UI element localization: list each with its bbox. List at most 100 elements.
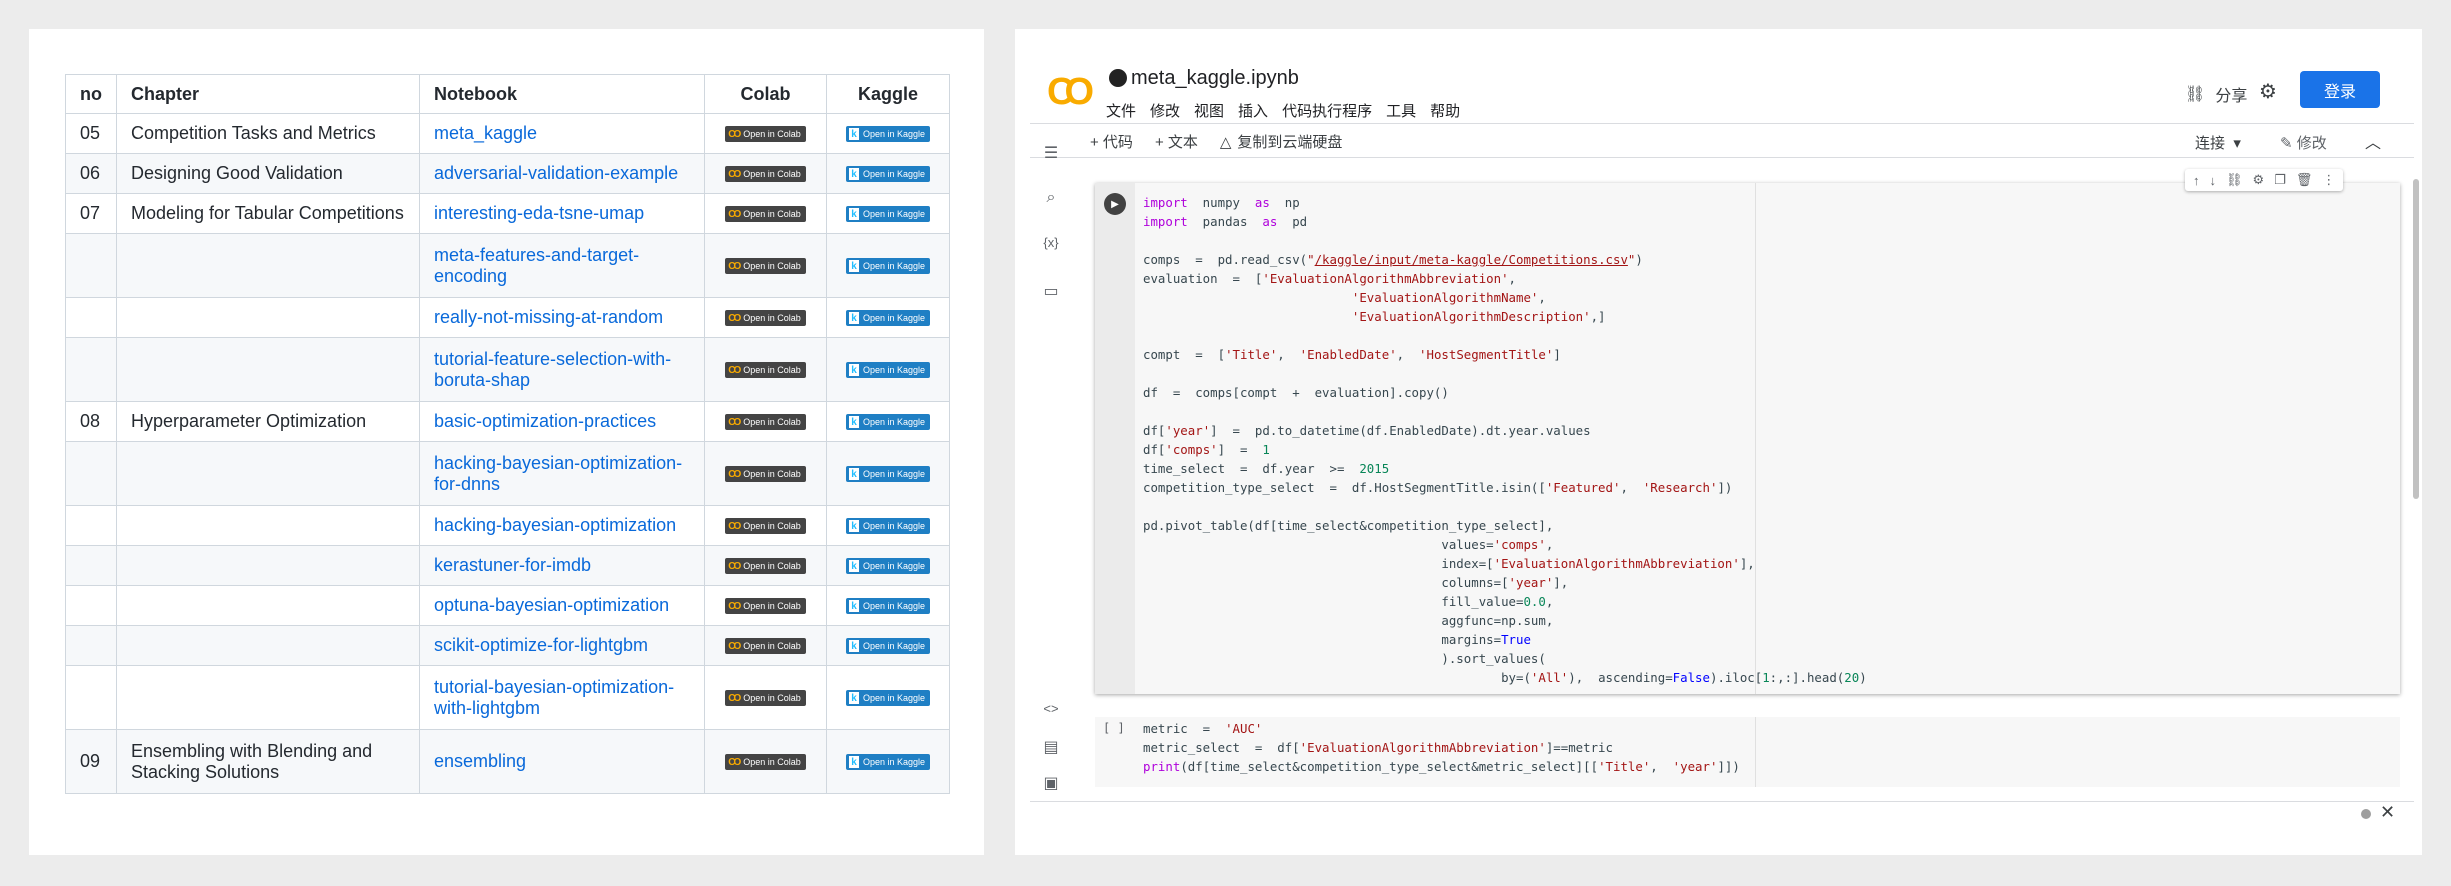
- notebook-link[interactable]: ensembling: [434, 751, 526, 771]
- chevron-up-icon[interactable]: ︿: [2365, 129, 2381, 153]
- code-editor[interactable]: import numpy as np import pandas as pd c…: [1143, 193, 1867, 687]
- open-in-kaggle-badge[interactable]: k Open in Kaggle: [845, 362, 931, 379]
- open-in-colab-badge[interactable]: CO Open in Colab: [725, 166, 806, 183]
- open-in-colab-badge[interactable]: CO Open in Colab: [725, 518, 806, 535]
- notebook-cell: optuna-bayesian-optimization: [419, 585, 705, 626]
- notebook-link[interactable]: basic-optimization-practices: [434, 411, 656, 431]
- kaggle-cell: k Open in Kaggle: [826, 153, 950, 194]
- code-cell[interactable]: [ ] metric = 'AUC' metric_select = df['E…: [1095, 717, 2400, 787]
- copy-to-drive-button[interactable]: △ 复制到云端硬盘: [1220, 131, 1343, 152]
- mirror-cell-icon[interactable]: ❐: [2274, 172, 2286, 188]
- folder-icon[interactable]: ▭: [1041, 281, 1061, 301]
- add-text-button[interactable]: + 文本: [1155, 131, 1198, 152]
- menu-tools[interactable]: 工具: [1386, 100, 1416, 121]
- open-in-kaggle-badge[interactable]: k Open in Kaggle: [845, 638, 931, 655]
- open-in-colab-badge[interactable]: CO Open in Colab: [725, 258, 806, 275]
- menu-insert[interactable]: 插入: [1238, 100, 1268, 121]
- connect-button[interactable]: 连接 ▾: [2195, 132, 2241, 153]
- variables-icon[interactable]: {x}: [1041, 235, 1061, 250]
- open-in-kaggle-badge[interactable]: k Open in Kaggle: [845, 754, 931, 771]
- move-down-icon[interactable]: ↓: [2210, 173, 2217, 188]
- notebook-link[interactable]: meta_kaggle: [434, 123, 537, 143]
- open-in-kaggle-badge[interactable]: k Open in Kaggle: [845, 466, 931, 483]
- colab-cell: CO Open in Colab: [704, 297, 827, 338]
- move-up-icon[interactable]: ↑: [2193, 173, 2200, 188]
- notebook-link[interactable]: kerastuner-for-imdb: [434, 555, 591, 575]
- notebook-link[interactable]: hacking-bayesian-optimization: [434, 515, 676, 535]
- cell-execution-count[interactable]: [ ]: [1103, 721, 1125, 735]
- notebook-link[interactable]: scikit-optimize-for-lightgbm: [434, 635, 648, 655]
- notebook-cell: meta_kaggle: [419, 113, 705, 154]
- command-palette-icon[interactable]: ▤: [1041, 737, 1061, 757]
- notebook-filename[interactable]: meta_kaggle.ipynb: [1131, 67, 1299, 90]
- kaggle-logo-icon: k: [848, 756, 859, 769]
- open-in-colab-badge[interactable]: CO Open in Colab: [725, 598, 806, 615]
- open-in-kaggle-badge[interactable]: k Open in Kaggle: [845, 166, 931, 183]
- chapter-number: [65, 233, 117, 298]
- open-in-colab-badge[interactable]: CO Open in Colab: [725, 310, 806, 327]
- open-in-colab-badge[interactable]: CO Open in Colab: [725, 638, 806, 655]
- cell-settings-icon[interactable]: ⚙: [2253, 172, 2265, 188]
- open-in-colab-badge[interactable]: CO Open in Colab: [725, 754, 806, 771]
- open-in-kaggle-badge[interactable]: k Open in Kaggle: [845, 126, 931, 143]
- open-in-kaggle-badge[interactable]: k Open in Kaggle: [845, 414, 931, 431]
- open-in-kaggle-badge[interactable]: k Open in Kaggle: [845, 558, 931, 575]
- notebook-cell: basic-optimization-practices: [419, 401, 705, 442]
- open-in-colab-badge[interactable]: CO Open in Colab: [725, 466, 806, 483]
- open-in-kaggle-badge[interactable]: k Open in Kaggle: [845, 310, 931, 327]
- divider: [1030, 123, 2414, 124]
- open-in-colab-badge[interactable]: CO Open in Colab: [725, 126, 806, 143]
- open-in-kaggle-badge[interactable]: k Open in Kaggle: [845, 258, 931, 275]
- close-icon[interactable]: ✕: [2380, 802, 2395, 823]
- code-snippets-icon[interactable]: <>: [1041, 701, 1061, 716]
- open-in-colab-badge[interactable]: CO Open in Colab: [725, 206, 806, 223]
- chapter-title: Designing Good Validation: [116, 153, 420, 194]
- github-icon: [1109, 69, 1127, 87]
- notebook-link[interactable]: adversarial-validation-example: [434, 163, 678, 183]
- open-in-colab-badge[interactable]: CO Open in Colab: [725, 362, 806, 379]
- menu-edit[interactable]: 修改: [1150, 100, 1180, 121]
- notebook-link[interactable]: interesting-eda-tsne-umap: [434, 203, 644, 223]
- terminal-icon[interactable]: ▣: [1041, 773, 1061, 793]
- colab-logo-icon: CO: [728, 520, 741, 532]
- kaggle-cell: k Open in Kaggle: [826, 113, 950, 154]
- open-in-colab-badge[interactable]: CO Open in Colab: [725, 558, 806, 575]
- search-icon[interactable]: ⌕: [1041, 189, 1061, 207]
- table-row: tutorial-bayesian-optimization-with-ligh…: [65, 665, 950, 730]
- open-in-colab-badge[interactable]: CO Open in Colab: [725, 690, 806, 707]
- chapter-title: Competition Tasks and Metrics: [116, 113, 420, 154]
- code-cell[interactable]: ▶ import numpy as np import pandas as pd…: [1095, 183, 2400, 694]
- menu-help[interactable]: 帮助: [1430, 100, 1460, 121]
- toc-icon[interactable]: ☰: [1041, 143, 1061, 163]
- colab-cell: CO Open in Colab: [704, 337, 827, 402]
- colab-logo-icon[interactable]: CO: [1047, 71, 1094, 114]
- more-options-icon[interactable]: ⋮: [2322, 172, 2335, 188]
- menu-file[interactable]: 文件: [1106, 100, 1136, 121]
- share-button[interactable]: ⛓ 分享: [2185, 82, 2247, 106]
- open-in-kaggle-badge[interactable]: k Open in Kaggle: [845, 518, 931, 535]
- open-in-colab-badge[interactable]: CO Open in Colab: [725, 414, 806, 431]
- kaggle-cell: k Open in Kaggle: [826, 545, 950, 586]
- add-code-button[interactable]: + 代码: [1090, 131, 1133, 152]
- scrollbar[interactable]: [2413, 179, 2419, 499]
- notebook-link[interactable]: optuna-bayesian-optimization: [434, 595, 669, 615]
- notebook-link[interactable]: tutorial-bayesian-optimization-with-ligh…: [434, 677, 674, 718]
- code-editor[interactable]: metric = 'AUC' metric_select = df['Evalu…: [1143, 719, 1740, 776]
- delete-icon[interactable]: 🗑: [2296, 172, 2313, 188]
- menu-runtime[interactable]: 代码执行程序: [1282, 100, 1372, 121]
- menu-view[interactable]: 视图: [1194, 100, 1224, 121]
- notebook-link[interactable]: tutorial-feature-selection-with-boruta-s…: [434, 349, 671, 390]
- notebook-link[interactable]: really-not-missing-at-random: [434, 307, 663, 327]
- colab-cell: CO Open in Colab: [704, 153, 827, 194]
- gear-icon[interactable]: ⚙: [2259, 79, 2277, 104]
- notebook-link[interactable]: meta-features-and-target-encoding: [434, 245, 639, 286]
- open-in-kaggle-badge[interactable]: k Open in Kaggle: [845, 206, 931, 223]
- login-button[interactable]: 登录: [2300, 71, 2380, 108]
- run-cell-button[interactable]: ▶: [1104, 193, 1126, 215]
- header-kaggle: Kaggle: [826, 74, 950, 114]
- notebook-link[interactable]: hacking-bayesian-optimization-for-dnns: [434, 453, 682, 494]
- link-icon[interactable]: ⛓: [2226, 172, 2243, 188]
- edit-mode-button[interactable]: ✎ 修改: [2280, 132, 2327, 153]
- open-in-kaggle-badge[interactable]: k Open in Kaggle: [845, 598, 931, 615]
- open-in-kaggle-badge[interactable]: k Open in Kaggle: [845, 690, 931, 707]
